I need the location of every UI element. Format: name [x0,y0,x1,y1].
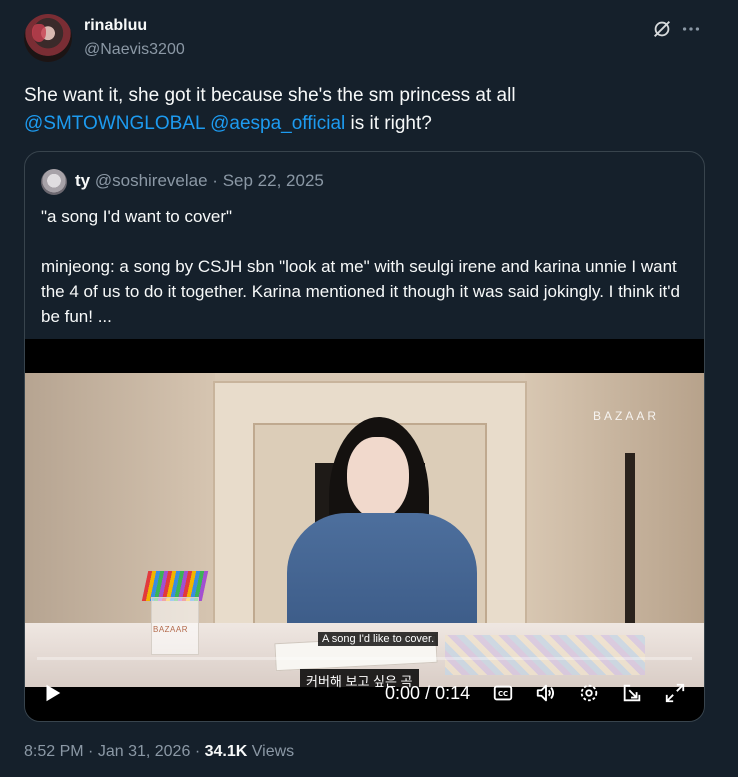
sticker-sheets [445,635,645,675]
author-display-name[interactable]: rinabluu [84,17,147,35]
cup-logo: BAZAAR [153,625,189,634]
views-count[interactable]: 34.1K [205,743,248,760]
views-label: Views [251,743,295,760]
current-time: 0:00 [385,683,421,703]
tweet-header: rinabluu @Naevis3200 [24,14,714,64]
tweet-text-part1: She want it, she got it because she's th… [24,85,516,106]
profile-avatar[interactable] [24,14,72,62]
volume-icon[interactable] [535,682,557,704]
subtitle-english: A song I'd like to cover. [318,632,439,646]
play-icon[interactable] [41,682,63,704]
mention-link[interactable]: @SMTOWNGLOBAL [24,113,205,134]
quoted-text-line1: "a song I'd want to cover" [41,207,233,226]
svg-text:CC: CC [498,690,508,698]
video-time: 0:00 / 0:14 [385,683,470,704]
floor-lamp [625,453,635,633]
tweet-time[interactable]: 8:52 PM [24,743,84,760]
quoted-tweet-card[interactable]: ty @soshirevelae · Sep 22, 2025 "a song … [24,151,705,722]
pop-out-icon[interactable] [621,682,643,704]
meta-separator: · [212,171,218,190]
tweet-text: She want it, she got it because she's th… [24,82,714,138]
video-progress-bar[interactable] [37,657,692,660]
quoted-tweet-text: "a song I'd want to cover" minjeong: a s… [41,204,691,354]
tweet-footer: 8:52 PM · Jan 31, 2026 · 34.1K Views [24,743,294,761]
quoted-tweet-meta: ty @soshirevelae · Sep 22, 2025 [75,171,324,191]
tweet-text-part2: is it right? [350,113,432,134]
quoted-author-handle[interactable]: @soshirevelae [95,171,208,190]
mention-link[interactable]: @aespa_official [210,113,345,134]
settings-icon[interactable] [578,682,600,704]
tweet-date[interactable]: Jan 31, 2026 [98,743,191,760]
fullscreen-icon[interactable] [664,682,686,704]
person-face [347,437,409,519]
author-handle[interactable]: @Naevis3200 [84,41,185,59]
quoted-author-avatar[interactable] [41,169,67,195]
quoted-tweet-date[interactable]: Sep 22, 2025 [223,171,324,190]
footer-separator: · [194,743,201,760]
footer-separator: · [88,743,94,760]
more-icon[interactable] [680,18,702,40]
duration: 0:14 [435,683,471,703]
video-player[interactable]: BAZAAR BAZAAR A song I'd like to cover. … [25,339,704,721]
quoted-text-line2: minjeong: a song by CSJH sbn "look at me… [41,257,680,326]
grok-icon[interactable] [651,18,673,40]
captions-icon[interactable]: CC [492,682,514,704]
quoted-author-name[interactable]: ty [75,171,90,190]
video-watermark: BAZAAR [593,409,660,423]
time-separator: / [425,683,431,703]
